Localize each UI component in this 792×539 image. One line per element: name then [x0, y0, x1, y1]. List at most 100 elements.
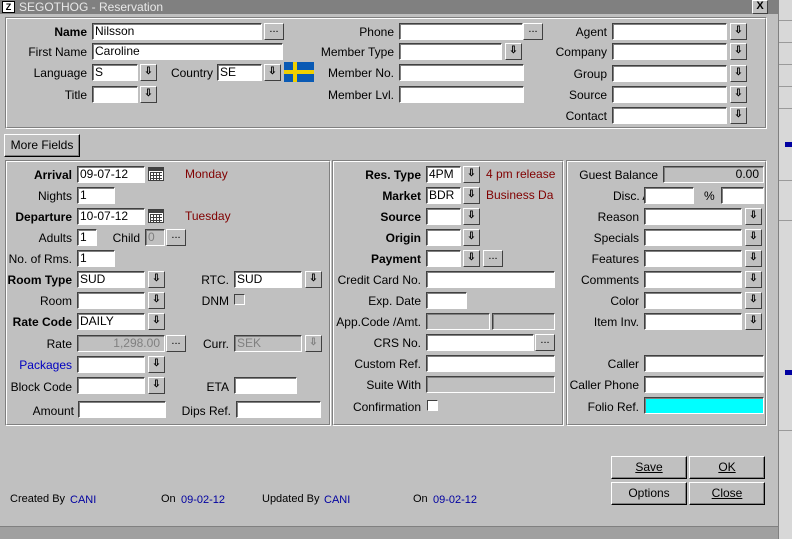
calendar-icon[interactable]	[148, 209, 164, 223]
rooms-field[interactable]: 1	[77, 250, 115, 267]
group-dropdown[interactable]: ⇩	[730, 65, 747, 82]
room-field[interactable]	[77, 292, 145, 309]
group-field[interactable]	[612, 65, 727, 82]
suite-with-field[interactable]	[426, 376, 555, 393]
block-code-dropdown[interactable]: ⇩	[148, 377, 165, 394]
member-type-field[interactable]	[399, 43, 502, 60]
crs-no-field[interactable]	[426, 334, 534, 351]
item-inv-dropdown[interactable]: ⇩	[745, 313, 762, 330]
arrow-down-icon: ⇩	[152, 294, 161, 305]
country-dropdown[interactable]: ⇩	[264, 64, 281, 81]
nights-field[interactable]: 1	[77, 187, 115, 204]
folio-ref-field[interactable]	[644, 397, 764, 414]
title-dropdown[interactable]: ⇩	[140, 86, 157, 103]
custom-ref-field[interactable]	[426, 355, 555, 372]
packages-link[interactable]: Packages	[5, 358, 72, 372]
caller-phone-label: Caller Phone	[569, 378, 639, 392]
crs-lookup-button[interactable]: ...	[535, 334, 555, 351]
color-dropdown[interactable]: ⇩	[745, 292, 762, 309]
child-field[interactable]: 0	[145, 229, 165, 246]
credit-card-field[interactable]	[426, 271, 555, 288]
res-source-dropdown[interactable]: ⇩	[463, 208, 480, 225]
dnm-checkbox[interactable]	[234, 294, 245, 305]
source-dropdown[interactable]: ⇩	[730, 86, 747, 103]
close-button[interactable]: Close	[689, 482, 765, 505]
rate-code-field[interactable]: DAILY	[77, 313, 145, 330]
phone-field[interactable]	[399, 23, 523, 40]
window-titlebar[interactable]: Z SEGOTHOG - Reservation X	[0, 0, 778, 14]
dips-ref-field[interactable]	[236, 401, 321, 418]
res-source-field[interactable]	[426, 208, 461, 225]
save-button[interactable]: Save	[611, 456, 687, 479]
calendar-icon[interactable]	[148, 167, 164, 181]
app-code-field[interactable]	[426, 313, 490, 330]
ok-button[interactable]: OK	[689, 456, 765, 479]
market-dropdown[interactable]: ⇩	[463, 187, 480, 204]
agent-field[interactable]	[612, 23, 727, 40]
eta-field[interactable]	[234, 377, 297, 394]
contact-field[interactable]	[612, 107, 727, 124]
more-fields-button[interactable]: More Fields	[4, 134, 80, 157]
options-button[interactable]: Options	[611, 482, 687, 505]
close-icon[interactable]: X	[752, 0, 768, 14]
confirmation-checkbox[interactable]	[427, 400, 438, 411]
departure-field[interactable]: 10-07-12	[77, 208, 145, 225]
market-field[interactable]: BDR	[426, 187, 461, 204]
features-dropdown[interactable]: ⇩	[745, 250, 762, 267]
first-name-field[interactable]: Caroline	[92, 43, 283, 60]
res-type-field[interactable]: 4PM	[426, 166, 461, 183]
curr-dropdown[interactable]: ⇩	[305, 335, 322, 352]
origin-field[interactable]	[426, 229, 461, 246]
curr-field[interactable]: SEK	[234, 335, 302, 352]
payment-lookup-button[interactable]: ...	[483, 250, 503, 267]
reason-field[interactable]	[644, 208, 742, 225]
block-code-field[interactable]	[77, 377, 145, 394]
comments-dropdown[interactable]: ⇩	[745, 271, 762, 288]
member-no-field[interactable]	[399, 64, 524, 81]
payment-field[interactable]	[426, 250, 461, 267]
rate-code-dropdown[interactable]: ⇩	[148, 313, 165, 330]
origin-dropdown[interactable]: ⇩	[463, 229, 480, 246]
packages-field[interactable]	[77, 356, 145, 373]
caller-phone-field[interactable]	[644, 376, 764, 393]
contact-dropdown[interactable]: ⇩	[730, 107, 747, 124]
app-amount-field[interactable]	[492, 313, 555, 330]
res-type-dropdown[interactable]: ⇩	[463, 166, 480, 183]
rtc-field[interactable]: SUD	[234, 271, 302, 288]
amount-field[interactable]	[78, 401, 166, 418]
name-field[interactable]: Nilsson	[92, 23, 262, 40]
specials-field[interactable]	[644, 229, 742, 246]
country-field[interactable]: SE	[217, 64, 262, 81]
company-field[interactable]	[612, 43, 727, 60]
specials-dropdown[interactable]: ⇩	[745, 229, 762, 246]
room-type-dropdown[interactable]: ⇩	[148, 271, 165, 288]
item-inv-field[interactable]	[644, 313, 742, 330]
features-field[interactable]	[644, 250, 742, 267]
member-type-dropdown[interactable]: ⇩	[505, 43, 522, 60]
caller-field[interactable]	[644, 355, 764, 372]
arrival-field[interactable]: 09-07-12	[77, 166, 145, 183]
room-type-field[interactable]: SUD	[77, 271, 145, 288]
child-lookup-button[interactable]: ...	[166, 229, 186, 246]
comments-field[interactable]	[644, 271, 742, 288]
exp-date-field[interactable]	[426, 292, 467, 309]
source-field[interactable]	[612, 86, 727, 103]
disc-percent-field[interactable]	[721, 187, 764, 204]
language-field[interactable]: S	[92, 64, 138, 81]
company-dropdown[interactable]: ⇩	[730, 43, 747, 60]
title-field[interactable]	[92, 86, 138, 103]
payment-dropdown[interactable]: ⇩	[463, 250, 480, 267]
disc-amt-field[interactable]	[644, 187, 694, 204]
rtc-dropdown[interactable]: ⇩	[305, 271, 322, 288]
language-dropdown[interactable]: ⇩	[140, 64, 157, 81]
agent-dropdown[interactable]: ⇩	[730, 23, 747, 40]
strip-marker	[785, 142, 792, 147]
name-lookup-button[interactable]: ...	[264, 23, 284, 40]
rate-field[interactable]: 1,298.00	[77, 335, 165, 352]
color-field[interactable]	[644, 292, 742, 309]
reason-dropdown[interactable]: ⇩	[745, 208, 762, 225]
adults-field[interactable]: 1	[77, 229, 97, 246]
room-dropdown[interactable]: ⇩	[148, 292, 165, 309]
packages-dropdown[interactable]: ⇩	[148, 356, 165, 373]
member-lvl-field[interactable]	[399, 86, 524, 103]
